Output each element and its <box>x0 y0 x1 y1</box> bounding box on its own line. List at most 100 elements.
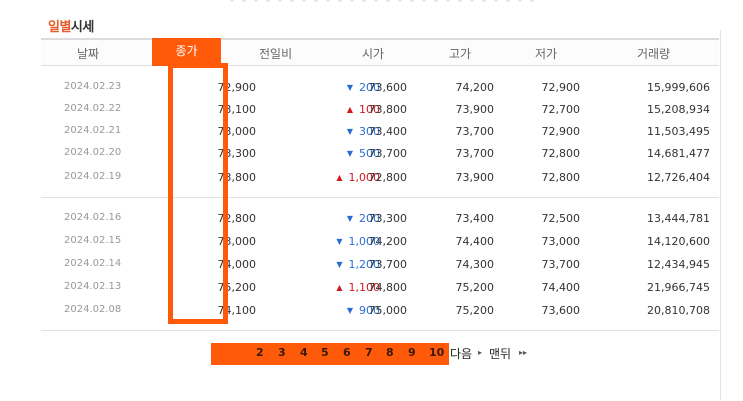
row-volume: 12,726,404 <box>647 171 710 184</box>
table-row: 2024.02.16 72,800 ▼ 200 73,300 73,400 72,500 13… <box>41 208 719 230</box>
section-title: 일별시세 <box>48 16 94 35</box>
table-row: 2024.02.13 75,200 ▲ 1,100 74,800 75,200 74,400… <box>41 277 719 299</box>
row-low: 72,900 <box>541 125 581 138</box>
top-dot <box>410 0 414 2</box>
row-volume: 20,810,708 <box>647 304 710 317</box>
row-low: 73,000 <box>541 235 581 248</box>
row-close: 73,800 <box>217 171 257 184</box>
row-low: 72,700 <box>541 103 581 116</box>
top-dot <box>458 0 462 2</box>
top-dot <box>326 0 330 2</box>
top-dot <box>254 0 258 2</box>
row-open: 72,800 <box>368 171 408 184</box>
header-volume[interactable]: 거래량 <box>637 45 670 62</box>
table-row: 2024.02.20 73,300 ▼ 500 73,700 73,700 72,800 14… <box>41 143 719 165</box>
top-dot <box>494 0 498 2</box>
top-dot <box>518 0 522 2</box>
top-dot <box>266 0 270 2</box>
row-close: 73,300 <box>217 147 257 160</box>
top-dot <box>338 0 342 2</box>
row-high: 74,200 <box>455 81 495 94</box>
row-date: 2024.02.14 <box>64 258 122 269</box>
right-divider <box>720 30 721 400</box>
top-dot <box>434 0 438 2</box>
top-dot <box>482 0 486 2</box>
top-dot <box>314 0 318 2</box>
table-row: 2024.02.19 73,800 ▲ 1,000 72,800 73,900 72,800… <box>41 167 719 189</box>
row-date: 2024.02.20 <box>64 147 122 158</box>
row-date: 2024.02.13 <box>64 281 122 292</box>
page-link-5[interactable]: 5 <box>321 346 329 359</box>
table-row: 2024.02.23 72,900 ▼ 200 73,600 74,200 72,900 15… <box>41 77 719 99</box>
header-high[interactable]: 고가 <box>449 45 471 62</box>
row-group-divider <box>41 197 719 198</box>
row-date: 2024.02.08 <box>64 304 122 315</box>
row-close: 73,000 <box>217 125 257 138</box>
page-link-3[interactable]: 3 <box>278 346 286 359</box>
section-title-rest: 시세 <box>70 20 94 35</box>
page-link-9[interactable]: 9 <box>408 346 416 359</box>
top-dot <box>422 0 426 2</box>
header-date[interactable]: 날짜 <box>77 45 99 62</box>
page-link-8[interactable]: 8 <box>386 346 394 359</box>
top-dots-decoration <box>0 0 743 6</box>
row-close: 74,100 <box>217 304 257 317</box>
row-volume: 11,503,495 <box>647 125 710 138</box>
row-high: 75,200 <box>455 304 495 317</box>
row-volume: 15,208,934 <box>647 103 710 116</box>
top-dot <box>302 0 306 2</box>
row-low: 72,800 <box>541 147 581 160</box>
header-close[interactable]: 종가 <box>152 38 221 66</box>
row-low: 72,500 <box>541 212 581 225</box>
top-dot <box>350 0 354 2</box>
row-close: 74,000 <box>217 258 257 271</box>
row-date: 2024.02.15 <box>64 235 122 246</box>
row-open: 73,800 <box>368 103 408 116</box>
row-date: 2024.02.23 <box>64 81 122 92</box>
table-row: 2024.02.22 73,100 ▲ 100 73,800 73,900 72,700 15… <box>41 99 719 121</box>
row-date: 2024.02.16 <box>64 212 122 223</box>
row-low: 74,400 <box>541 281 581 294</box>
top-dot <box>398 0 402 2</box>
top-dot <box>506 0 510 2</box>
header-open[interactable]: 시가 <box>362 45 384 62</box>
table-row: 2024.02.15 73,000 ▼ 1,000 74,200 74,400 73,000… <box>41 231 719 253</box>
last-link[interactable]: 맨뒤 <box>489 345 511 362</box>
row-volume: 14,681,477 <box>647 147 710 160</box>
row-high: 73,700 <box>455 125 495 138</box>
row-high: 73,900 <box>455 103 495 116</box>
page-link-2[interactable]: 2 <box>256 346 264 359</box>
row-high: 74,400 <box>455 235 495 248</box>
row-date: 2024.02.19 <box>64 171 122 182</box>
row-low: 73,600 <box>541 304 581 317</box>
next-link[interactable]: 다음 <box>450 345 472 362</box>
top-dot <box>470 0 474 2</box>
row-volume: 15,999,606 <box>647 81 710 94</box>
row-low: 72,900 <box>541 81 581 94</box>
row-open: 73,300 <box>368 212 408 225</box>
page-link-4[interactable]: 4 <box>300 346 308 359</box>
row-open: 74,200 <box>368 235 408 248</box>
page-link-6[interactable]: 6 <box>343 346 351 359</box>
top-dot <box>230 0 234 2</box>
table-row: 2024.02.21 73,000 ▼ 300 73,400 73,700 72,900 11… <box>41 121 719 143</box>
top-dot <box>386 0 390 2</box>
page-link-10[interactable]: 10 <box>429 346 444 359</box>
table-row: 2024.02.14 74,000 ▼ 1,200 73,700 74,300 73,700… <box>41 254 719 276</box>
header-change[interactable]: 전일비 <box>259 45 292 62</box>
page-link-7[interactable]: 7 <box>365 346 373 359</box>
arrow-right-icon: ▸ <box>478 348 483 357</box>
row-close: 72,800 <box>217 212 257 225</box>
header-low[interactable]: 저가 <box>535 45 557 62</box>
row-low: 72,800 <box>541 171 581 184</box>
row-volume: 21,966,745 <box>647 281 710 294</box>
top-dot <box>530 0 534 2</box>
row-volume: 14,120,600 <box>647 235 710 248</box>
table-header: 날짜 종가 전일비 시가 고가 저가 거래량 <box>41 38 719 66</box>
row-high: 73,400 <box>455 212 495 225</box>
row-high: 74,300 <box>455 258 495 271</box>
top-dot <box>374 0 378 2</box>
top-dot <box>362 0 366 2</box>
top-dot <box>242 0 246 2</box>
row-date: 2024.02.21 <box>64 125 122 136</box>
